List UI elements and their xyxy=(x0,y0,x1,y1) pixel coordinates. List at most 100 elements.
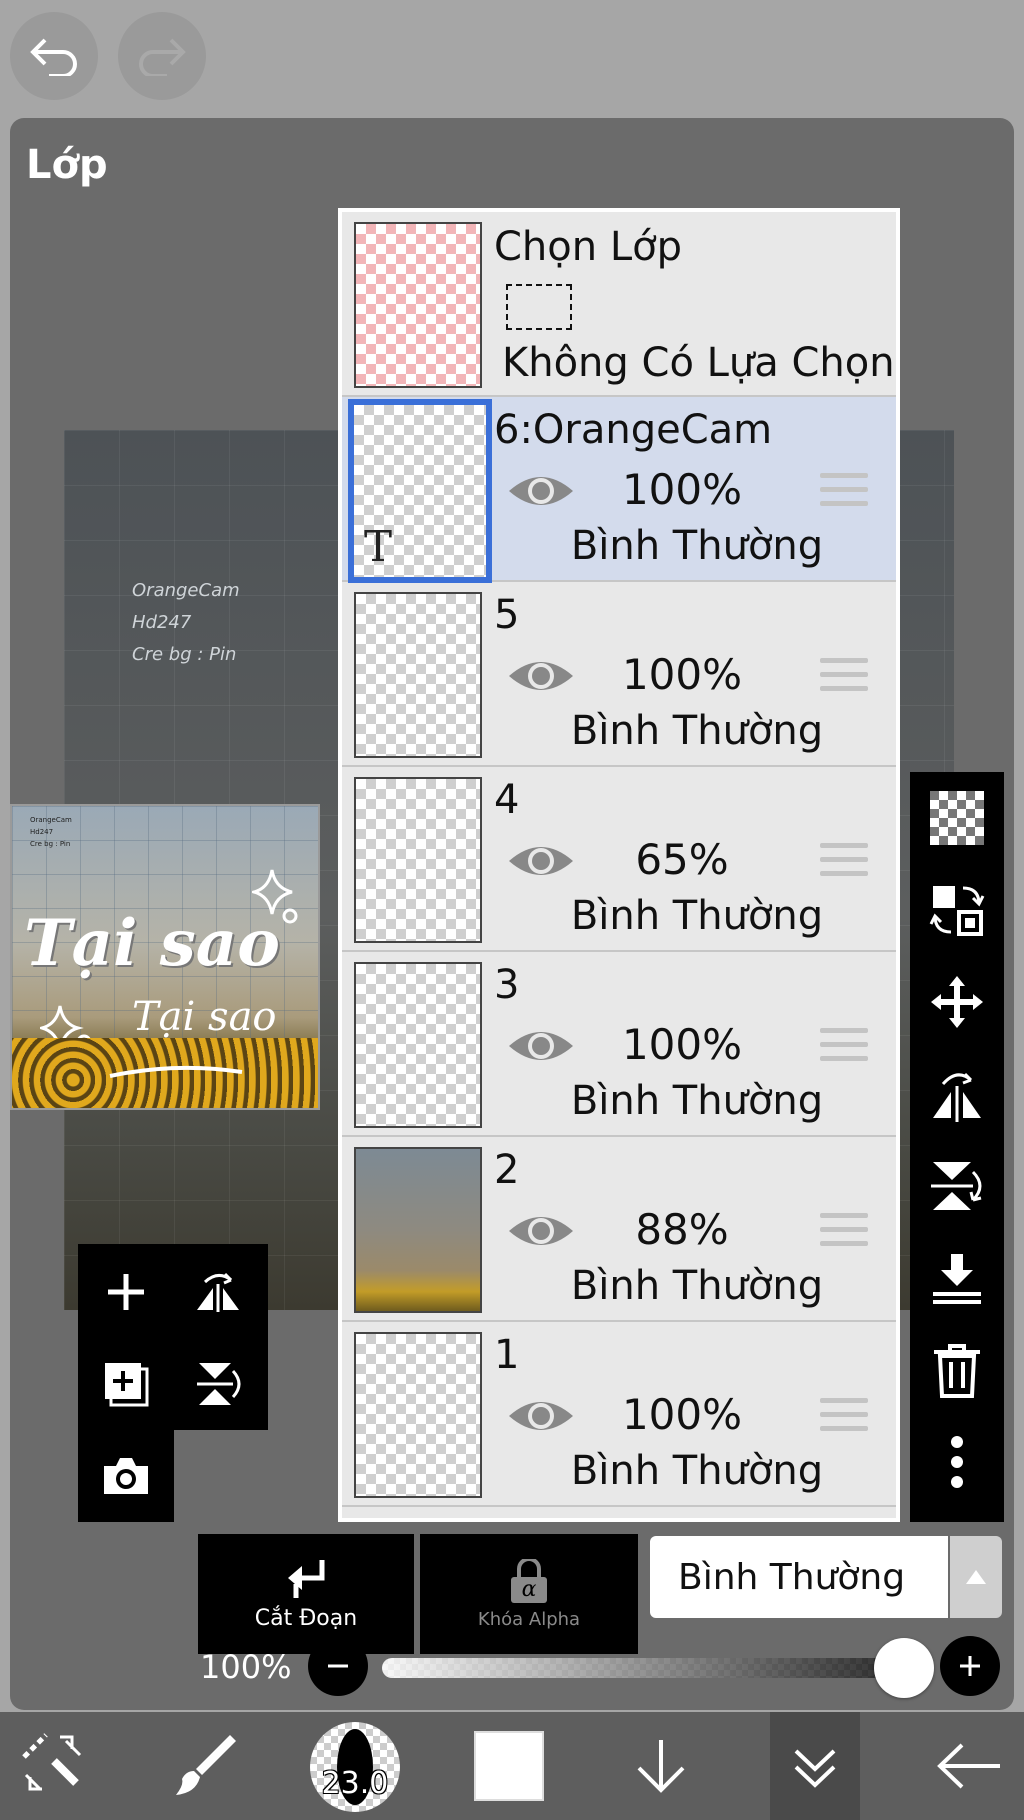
flip-vertical-icon xyxy=(931,1162,982,1210)
visibility-eye-icon[interactable] xyxy=(506,1394,576,1438)
flip-vertical-button[interactable] xyxy=(927,1156,987,1216)
canvas-credit-3: Cre bg : Pin xyxy=(132,644,237,665)
canvas-preview[interactable]: OrangeCam Hd247 Cre bg : Pin Tại sao Tại… xyxy=(10,804,320,1110)
triangle-up-icon xyxy=(966,1570,986,1584)
brush-size-button[interactable]: 23.0 xyxy=(310,1722,400,1812)
drag-handle-icon[interactable] xyxy=(820,1398,868,1438)
color-button[interactable] xyxy=(464,1724,554,1808)
duplicate-layer-button[interactable] xyxy=(96,1354,156,1414)
brush-size-value: 23.0 xyxy=(321,1766,389,1801)
layer-opacity: 100% xyxy=(621,1020,743,1069)
layer-opacity: 100% xyxy=(621,1390,743,1439)
layer-down-button[interactable] xyxy=(616,1724,706,1808)
layer-blend-mode: Bình Thường xyxy=(570,1263,824,1309)
flip-horizontal-button[interactable] xyxy=(927,1064,987,1124)
canvas-credit-2: Hd247 xyxy=(132,612,192,633)
opacity-label: 100% xyxy=(200,1648,292,1686)
add-layer-button[interactable] xyxy=(96,1262,156,1322)
delete-layer-button[interactable] xyxy=(927,1340,987,1400)
alpha-lock-label: Khóa Alpha xyxy=(477,1608,581,1630)
blend-mode-select[interactable]: Bình Thường xyxy=(650,1536,948,1618)
trash-icon xyxy=(934,1344,980,1398)
drag-handle-icon[interactable] xyxy=(820,1028,868,1068)
duplicate-layer-icon xyxy=(105,1363,149,1407)
layer-name: 1 xyxy=(494,1332,520,1378)
visibility-eye-icon[interactable] xyxy=(506,1024,576,1068)
flip-horizontal-button[interactable] xyxy=(188,1262,248,1322)
layer-name: 2 xyxy=(494,1147,520,1193)
transform-tool-button[interactable] xyxy=(10,1724,100,1808)
redo-button[interactable] xyxy=(118,12,206,100)
merge-down-icon xyxy=(933,1254,981,1304)
selection-layer-subtitle: Không Có Lựa Chọn xyxy=(502,340,895,386)
layer-opacity: 100% xyxy=(621,465,743,514)
drag-handle-icon[interactable] xyxy=(820,658,868,698)
left-tool-panel-camera xyxy=(78,1430,174,1522)
layer-thumbnail xyxy=(354,1147,482,1313)
layer-thumbnail xyxy=(354,777,482,943)
blend-mode-dropdown-button[interactable] xyxy=(950,1536,1002,1618)
layer-row-3[interactable]: 3 100% Bình Thường xyxy=(342,952,896,1137)
flip-vertical-button[interactable] xyxy=(188,1354,248,1414)
swoosh-icon xyxy=(109,1065,243,1078)
more-vertical-icon xyxy=(951,1436,963,1488)
layer-row-1[interactable]: 1 100% Bình Thường xyxy=(342,1322,896,1507)
swap-icon xyxy=(929,886,985,936)
layer-row-5[interactable]: 5 100% Bình Thường xyxy=(342,582,896,767)
more-options-button[interactable] xyxy=(927,1432,987,1492)
layer-row-2[interactable]: 2 88% Bình Thường xyxy=(342,1137,896,1322)
visibility-eye-icon[interactable] xyxy=(506,654,576,698)
layer-thumbnail: T xyxy=(348,399,492,583)
visibility-eye-icon[interactable] xyxy=(506,839,576,883)
layer-name: 5 xyxy=(494,592,520,638)
preview-credit-2: Hd247 xyxy=(30,828,54,836)
brush-tool-button[interactable] xyxy=(160,1724,250,1808)
plus-icon xyxy=(108,1274,144,1310)
clipping-button[interactable]: Cắt Đoạn xyxy=(198,1534,414,1654)
checkerboard-icon xyxy=(930,791,984,845)
canvas-credit-1: OrangeCam xyxy=(132,580,240,601)
opacity-slider-knob[interactable] xyxy=(874,1638,934,1698)
merge-down-button[interactable] xyxy=(927,1248,987,1308)
layers-menu-button[interactable] xyxy=(770,1712,860,1820)
bottom-toolbar: 23.0 xyxy=(0,1712,1024,1820)
selection-transform-icon xyxy=(22,1733,82,1791)
move-button[interactable] xyxy=(927,972,987,1032)
selection-layer-title: Chọn Lớp xyxy=(494,224,682,270)
layer-name: 6:OrangeCam xyxy=(494,407,773,453)
layer-blend-mode: Bình Thường xyxy=(570,708,824,754)
undo-button[interactable] xyxy=(10,12,98,100)
opacity-increase-button[interactable] xyxy=(940,1636,1000,1696)
opacity-decrease-button[interactable] xyxy=(308,1636,368,1696)
opacity-slider-track[interactable] xyxy=(382,1658,908,1678)
alpha-lock-button[interactable]: α Khóa Alpha xyxy=(420,1534,638,1654)
camera-button[interactable] xyxy=(96,1446,156,1506)
layer-opacity: 88% xyxy=(635,1205,729,1254)
selection-layer-row[interactable]: Chọn Lớp Không Có Lựa Chọn xyxy=(342,212,896,397)
left-tool-panel xyxy=(78,1244,268,1430)
layer-blend-mode: Bình Thường xyxy=(570,1078,824,1124)
layer-thumbnail xyxy=(354,962,482,1128)
drag-handle-icon[interactable] xyxy=(820,1213,868,1253)
visibility-eye-icon[interactable] xyxy=(506,1209,576,1253)
minus-icon xyxy=(328,1664,348,1668)
selection-marquee-icon xyxy=(506,284,572,330)
layers-list[interactable]: Chọn Lớp Không Có Lựa Chọn T 6:OrangeCam… xyxy=(338,208,900,1522)
swap-layers-button[interactable] xyxy=(927,880,987,940)
flip-vertical-icon xyxy=(197,1363,241,1405)
camera-icon xyxy=(104,1458,148,1494)
visibility-eye-icon[interactable] xyxy=(506,469,576,513)
layer-blend-mode: Bình Thường xyxy=(570,523,824,569)
back-button[interactable] xyxy=(924,1724,1014,1808)
layer-row-4[interactable]: 4 65% Bình Thường xyxy=(342,767,896,952)
drag-handle-icon[interactable] xyxy=(820,843,868,883)
transparency-button[interactable] xyxy=(927,788,987,848)
preview-credit-1: OrangeCam xyxy=(30,816,72,824)
arrow-left-icon xyxy=(937,1743,1000,1789)
layer-row-6[interactable]: T 6:OrangeCam 100% Bình Thường xyxy=(342,397,896,583)
layer-thumbnail xyxy=(354,1332,482,1498)
layer-blend-mode: Bình Thường xyxy=(570,893,824,939)
drag-handle-icon[interactable] xyxy=(820,473,868,513)
text-layer-glyph: T xyxy=(364,522,393,571)
preview-subtitle-text: Tại sao xyxy=(132,994,277,1040)
